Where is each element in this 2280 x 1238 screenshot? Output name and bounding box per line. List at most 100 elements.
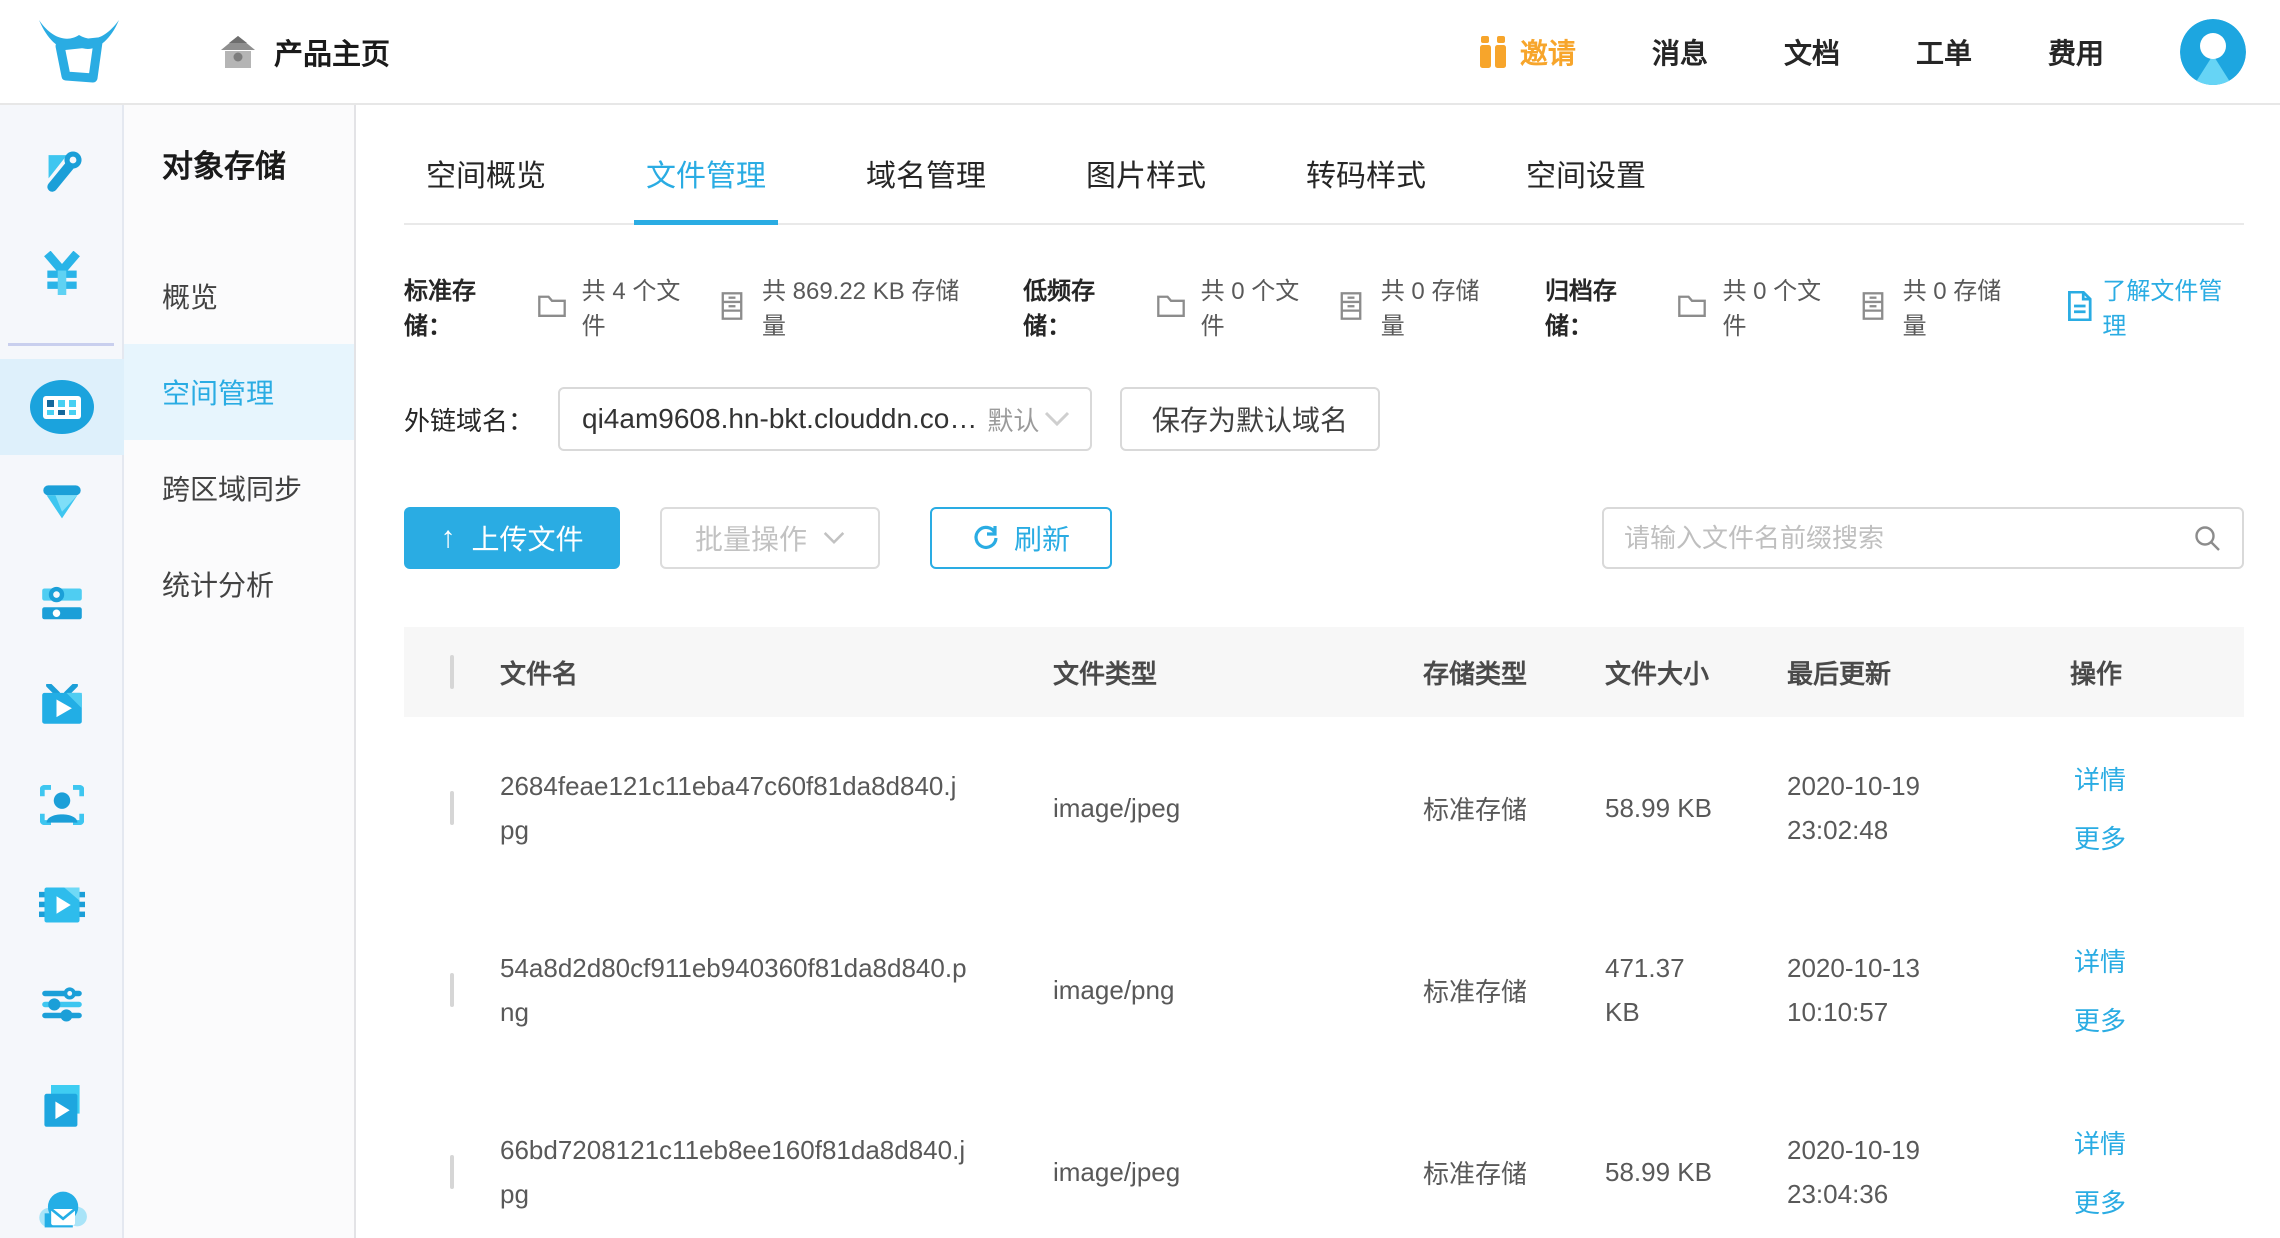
tab-transcode-styles[interactable]: 转码样式 (1304, 137, 1428, 223)
cell-last-updated: 2020-10-19 23:02:48 (1787, 764, 1959, 852)
r-logo-icon[interactable] (0, 123, 124, 219)
invite-label: 邀请 (1520, 32, 1576, 72)
row-checkbox[interactable] (450, 791, 454, 825)
film-play-icon[interactable] (0, 857, 124, 953)
sidenav-item-space-management[interactable]: 空间管理 (124, 344, 354, 440)
sidenav-title: 对象存储 (162, 141, 354, 186)
cell-last-updated: 2020-10-19 23:04:36 (1787, 1128, 1959, 1216)
gift-icon (1478, 36, 1508, 68)
batch-actions-dropdown[interactable]: 批量操作 (660, 507, 880, 569)
refresh-button[interactable]: 刷新 (930, 507, 1112, 569)
nav-tickets[interactable]: 工单 (1916, 32, 1972, 72)
tab-file-management[interactable]: 文件管理 (644, 137, 768, 223)
tab-domain-management[interactable]: 域名管理 (864, 137, 988, 223)
col-header-file-type: 文件类型 (1053, 654, 1423, 691)
stat-label: 标准存储： (404, 271, 522, 341)
search-input[interactable] (1624, 523, 2192, 554)
page-body: 对象存储 概览 空间管理 跨区域同步 统计分析 空间概览 文件管理 域名管理 图… (0, 105, 2280, 1238)
more-link[interactable]: 更多 (2074, 1183, 2244, 1220)
stat-file-count: 共 0 个文件 (1722, 271, 1842, 341)
learn-file-management-link[interactable]: 了解文件管理 (2067, 271, 2244, 341)
sidenav-item-overview[interactable]: 概览 (124, 248, 354, 344)
upload-label: 上传文件 (471, 518, 583, 558)
external-domain-row: 外链域名： qi4am9608.hn-bkt.clouddn.co… 默认 保存… (404, 387, 2244, 451)
col-header-file-name: 文件名 (500, 654, 1053, 691)
tv-live-icon[interactable] (0, 657, 124, 753)
detail-link[interactable]: 详情 (2074, 760, 2244, 797)
col-header-file-size: 文件大小 (1605, 654, 1787, 691)
tab-space-settings[interactable]: 空间设置 (1524, 137, 1648, 223)
sidenav-item-statistics[interactable]: 统计分析 (124, 536, 354, 632)
cell-file-size: 58.99 KB (1605, 1150, 1721, 1194)
nav-docs[interactable]: 文档 (1784, 32, 1840, 72)
invite-button[interactable]: 邀请 (1478, 32, 1576, 72)
upload-file-button[interactable]: ↑ 上传文件 (404, 507, 620, 569)
row-checkbox[interactable] (450, 1155, 454, 1189)
row-checkbox[interactable] (450, 973, 454, 1007)
chevron-down-icon (823, 531, 845, 545)
cell-actions: 详情 更多 (2070, 942, 2244, 1038)
server-dots-icon[interactable] (0, 557, 124, 653)
batch-label: 批量操作 (695, 518, 807, 558)
external-domain-label: 外链域名： (404, 401, 534, 438)
main-panel: 空间概览 文件管理 域名管理 图片样式 转码样式 空间设置 标准存储： 共 4 … (356, 105, 2280, 1238)
detail-link[interactable]: 详情 (2074, 942, 2244, 979)
nav-billing[interactable]: 费用 (2048, 32, 2104, 72)
cell-file-name: 66bd7208121c11eb8ee160f81da8d840.jpg (500, 1128, 970, 1216)
file-toolbar: ↑ 上传文件 批量操作 刷新 (404, 507, 2244, 569)
stat-archive-storage: 归档存储： 共 0 个文件 共 0 存储量 (1545, 271, 2023, 341)
table-header-row: 文件名 文件类型 存储类型 文件大小 最后更新 操作 (404, 627, 2244, 717)
sidebar-divider (8, 343, 114, 346)
stat-standard-storage: 标准存储： 共 4 个文件 共 869.22 KB 存储量 (404, 271, 979, 341)
cell-file-name: 54a8d2d80cf911eb940360f81da8d840.png (500, 946, 970, 1034)
storage-grid-icon[interactable] (0, 359, 124, 455)
folder-icon (1677, 291, 1707, 321)
save-default-domain-button[interactable]: 保存为默认域名 (1120, 387, 1380, 451)
more-link[interactable]: 更多 (2074, 819, 2244, 856)
updated-time: 23:02:48 (1787, 808, 1959, 852)
refresh-icon (972, 524, 1000, 552)
avatar-person-icon (2180, 19, 2246, 85)
product-home-link[interactable]: 产品主页 (220, 31, 390, 73)
storage-cabinet-icon (717, 291, 747, 321)
stat-label: 低频存储： (1023, 271, 1141, 341)
detail-link[interactable]: 详情 (2074, 1124, 2244, 1161)
video-stack-icon[interactable] (0, 1059, 124, 1155)
cell-actions: 详情 更多 (2070, 1124, 2244, 1220)
folder-icon (537, 291, 567, 321)
col-header-last-updated: 最后更新 (1787, 654, 2070, 691)
tab-space-overview[interactable]: 空间概览 (424, 137, 548, 223)
more-link[interactable]: 更多 (2074, 1001, 2244, 1038)
sliders-icon[interactable] (0, 957, 124, 1053)
stat-infrequent-storage: 低频存储： 共 0 个文件 共 0 存储量 (1023, 271, 1501, 341)
search-icon[interactable] (2192, 523, 2222, 553)
refresh-label: 刷新 (1014, 518, 1070, 558)
external-domain-select[interactable]: qi4am9608.hn-bkt.clouddn.co… 默认 (558, 387, 1092, 451)
funnel-cdn-icon[interactable] (0, 455, 124, 551)
updated-time: 23:04:36 (1787, 1172, 1959, 1216)
cell-last-updated: 2020-10-13 10:10:57 (1787, 946, 1959, 1034)
face-recognition-icon[interactable] (0, 757, 124, 853)
product-icon-sidebar (0, 105, 124, 1238)
top-header: 产品主页 邀请 消息 文档 工单 费用 (0, 0, 2280, 105)
cell-file-type: image/jpeg (1053, 793, 1423, 824)
stat-file-count: 共 0 个文件 (1201, 271, 1321, 341)
file-table: 文件名 文件类型 存储类型 文件大小 最后更新 操作 2684feae121c1… (404, 627, 2244, 1238)
updated-date: 2020-10-13 (1787, 946, 1959, 990)
sidenav-item-cross-region-sync[interactable]: 跨区域同步 (124, 440, 354, 536)
table-row: 54a8d2d80cf911eb940360f81da8d840.png ima… (404, 899, 2244, 1081)
tab-image-styles[interactable]: 图片样式 (1084, 137, 1208, 223)
app-root: 产品主页 邀请 消息 文档 工单 费用 (0, 0, 2280, 1238)
stat-file-count: 共 4 个文件 (582, 271, 702, 341)
table-row: 66bd7208121c11eb8ee160f81da8d840.jpg ima… (404, 1081, 2244, 1238)
nav-messages[interactable]: 消息 (1652, 32, 1708, 72)
user-avatar[interactable] (2180, 19, 2246, 85)
updated-time: 10:10:57 (1787, 990, 1959, 1034)
stat-storage-size: 共 869.22 KB 存储量 (762, 271, 979, 341)
header-right-nav: 邀请 消息 文档 工单 费用 (1478, 19, 2280, 85)
yen-finance-icon[interactable] (0, 225, 124, 321)
select-all-checkbox[interactable] (450, 655, 454, 689)
qiniu-bull-logo-icon[interactable] (36, 16, 122, 88)
cloud-mail-icon[interactable] (0, 1161, 124, 1238)
cell-storage-type: 标准存储 (1423, 972, 1605, 1009)
